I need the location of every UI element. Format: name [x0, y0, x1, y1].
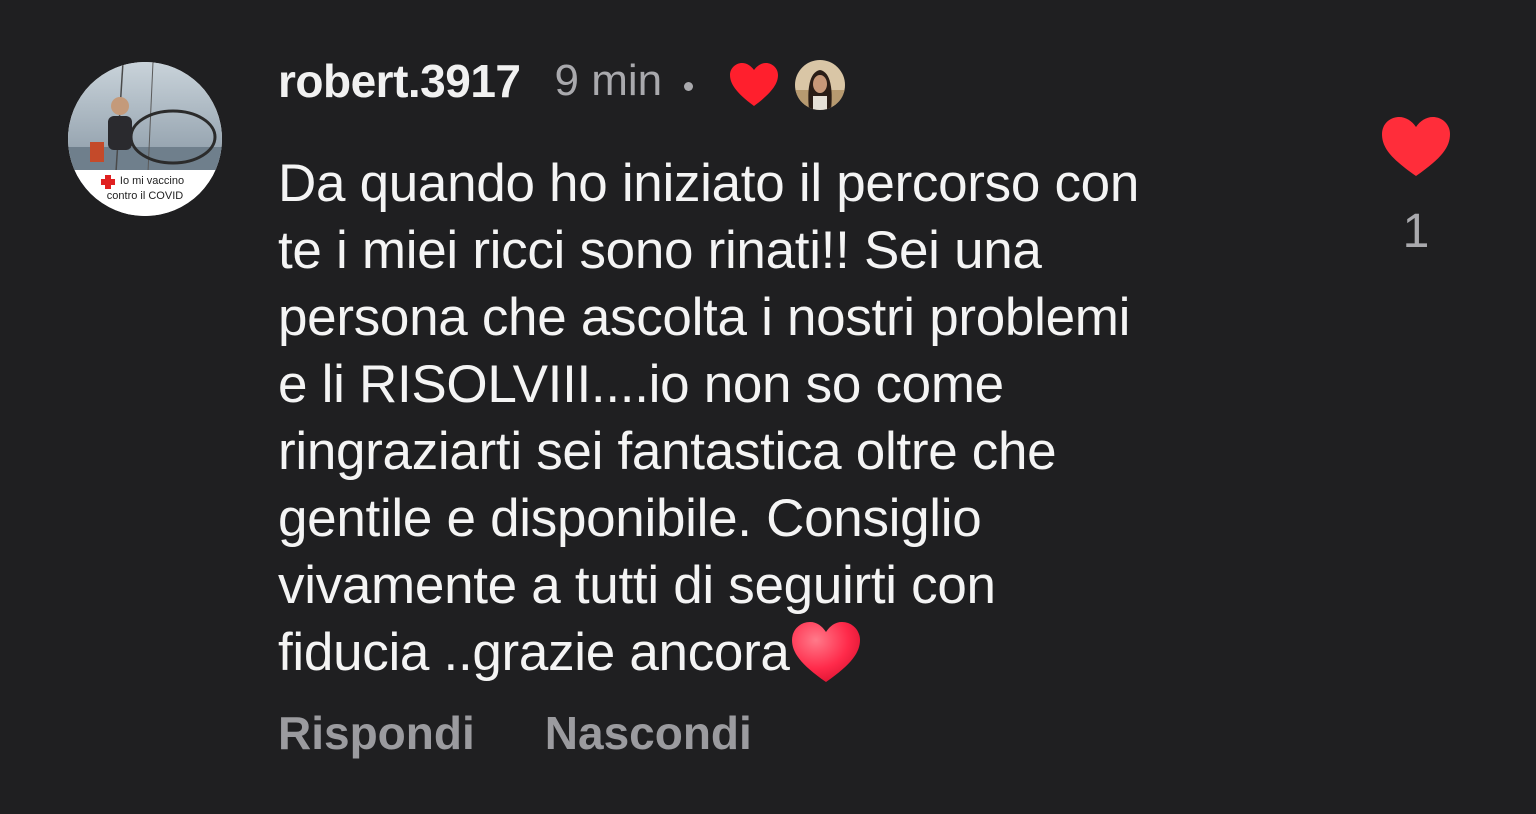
creator-avatar: [795, 60, 846, 110]
reply-button[interactable]: Rispondi: [278, 706, 475, 760]
like-heart-icon[interactable]: [1381, 116, 1451, 178]
heart-filled-icon: [730, 63, 779, 106]
avatar-frame-line1: Io mi vaccino: [119, 175, 185, 187]
timestamp: 9 min: [554, 56, 663, 105]
comment-header: robert.3917 9 min: [278, 52, 846, 110]
like-count: 1: [1402, 205, 1430, 258]
comment-item: Io mi vaccino contro il COVID robert.391…: [0, 0, 1536, 814]
separator-dot: [684, 81, 694, 91]
comment-body: Da quando ho iniziato il percorso con te…: [278, 154, 1139, 682]
like-column: 1: [1380, 116, 1452, 259]
hide-button[interactable]: Nascondi: [545, 706, 752, 760]
comment-text: Da quando ho iniziato il percorso con te…: [278, 150, 1338, 686]
username[interactable]: robert.3917: [278, 54, 521, 108]
comment-actions: Rispondi Nascondi: [278, 706, 752, 760]
avatar-frame-line2: contro il COVID: [106, 190, 184, 202]
heart-emoji-icon: [791, 622, 860, 682]
user-avatar[interactable]: Io mi vaccino contro il COVID: [68, 62, 222, 216]
